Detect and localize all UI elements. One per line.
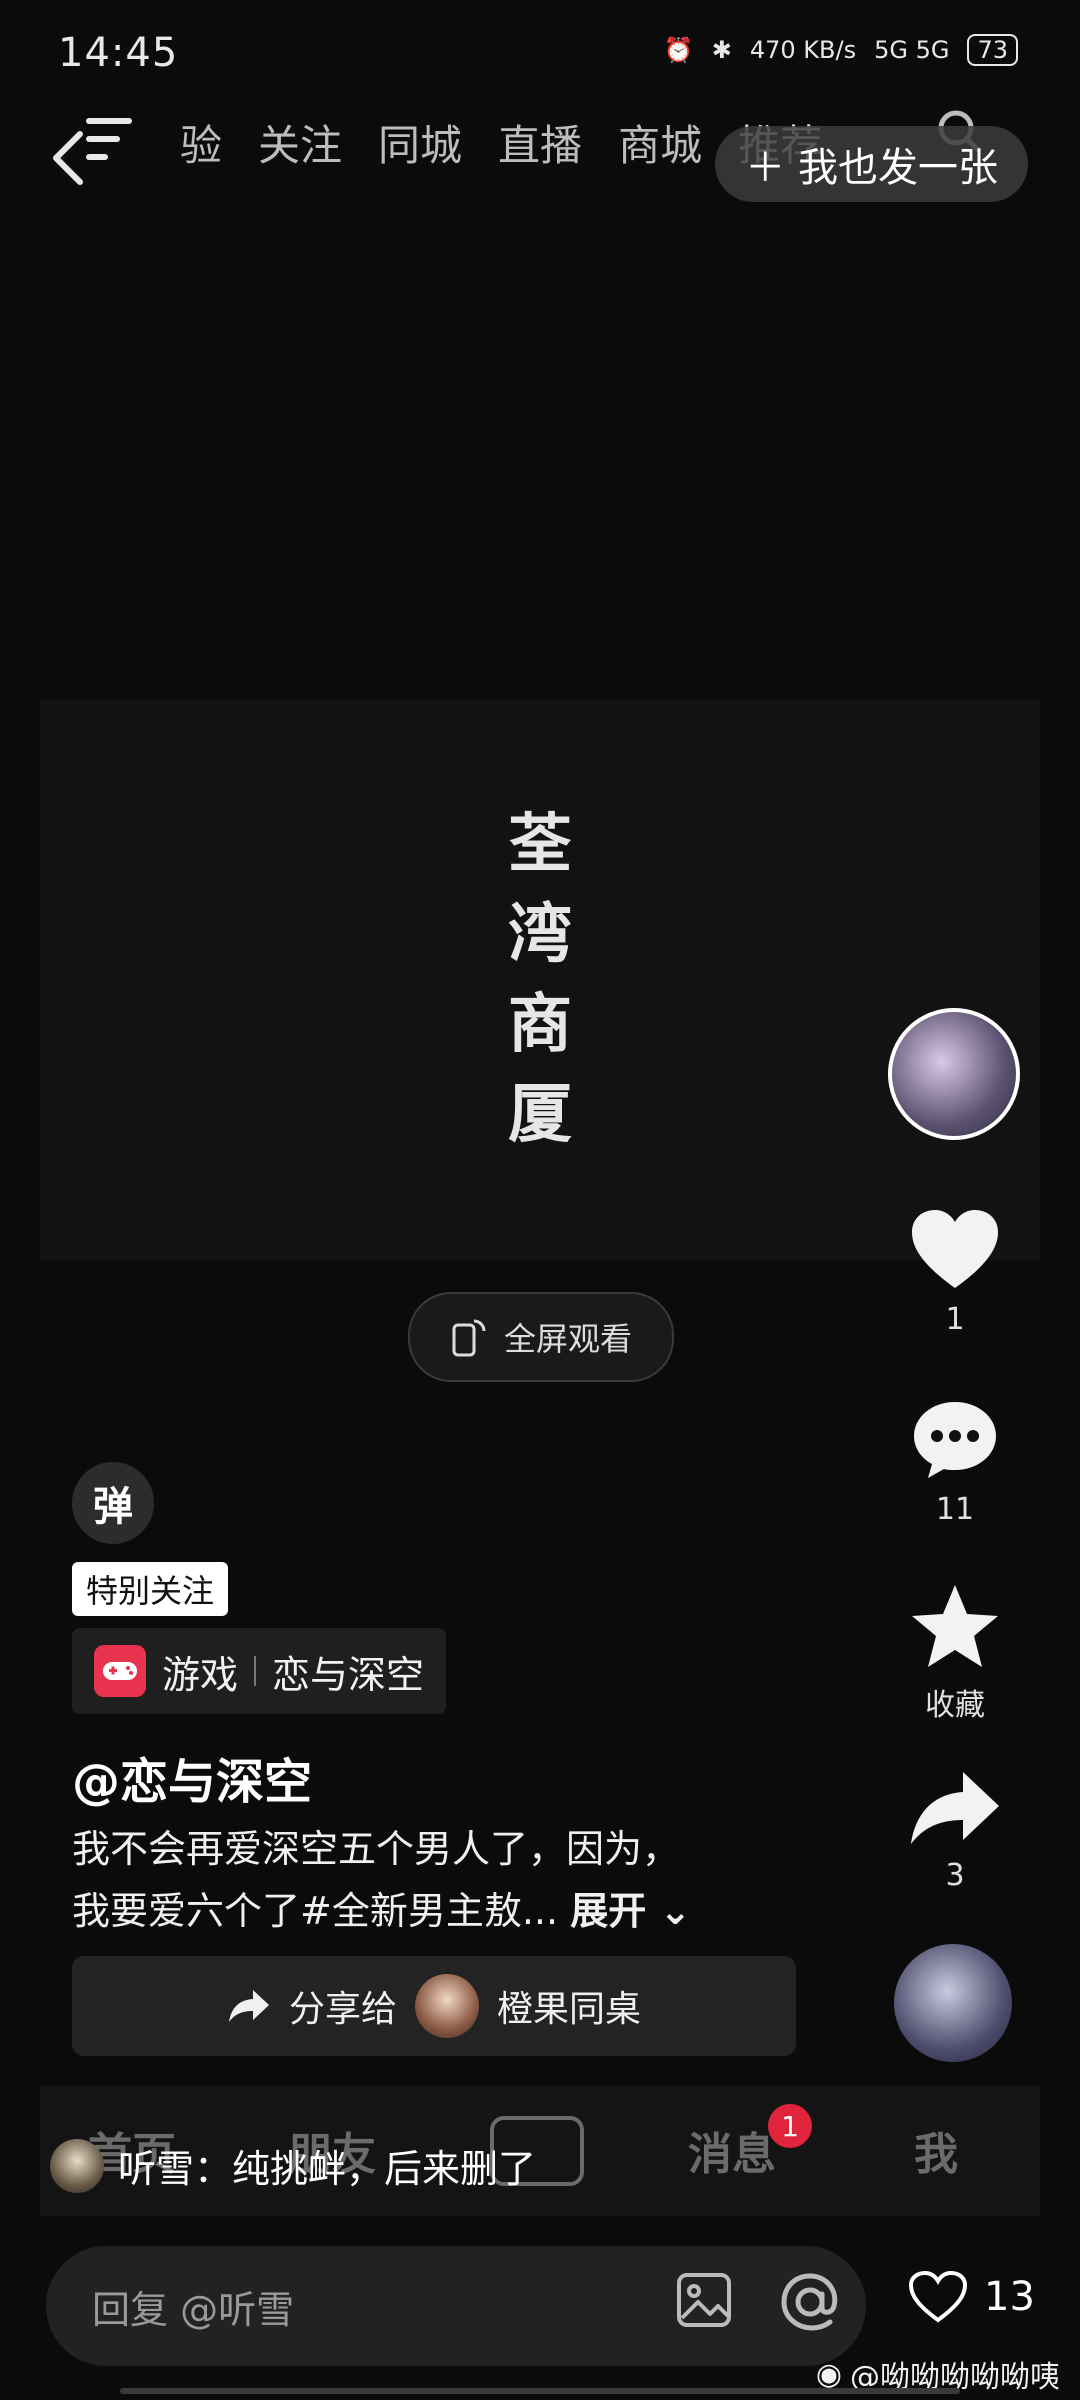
desc-line-1: 我不会再爱深空五个男人了，因为，: [72, 1827, 681, 1871]
rotate-phone-icon: [452, 1319, 486, 1357]
comment-like[interactable]: 13: [908, 2270, 1035, 2324]
heart-outline-icon: [908, 2270, 968, 2323]
messages-badge: 1: [768, 2104, 812, 2148]
game-name: 恋与深空: [272, 1652, 425, 1697]
reply-input[interactable]: 回复 @听雪: [46, 2246, 866, 2366]
video-description: 我不会再爱深空五个男人了，因为， 我要爱六个了#全新男主敖... 展开 ⌄: [72, 1818, 792, 1942]
favorite-action[interactable]: 收藏: [888, 1582, 1022, 1724]
net-speed: 470 KB/s: [749, 36, 857, 64]
fullscreen-label: 全屏观看: [503, 1320, 632, 1358]
alarm-icon: ⏰: [663, 36, 694, 64]
commenter-avatar: [50, 2138, 104, 2193]
author-name[interactable]: @恋与深空: [72, 1742, 312, 1812]
calligraphy-char: 荃: [508, 807, 572, 882]
signal-icon: 5G 5G: [874, 36, 950, 64]
tab-me[interactable]: 我: [914, 2118, 958, 2182]
menu-icon[interactable]: [86, 118, 140, 164]
image-icon[interactable]: [676, 2272, 732, 2328]
calligraphy-char: 商: [508, 987, 572, 1062]
game-category: 游戏: [162, 1652, 239, 1697]
tab-local[interactable]: 同城: [378, 112, 462, 173]
comment-action[interactable]: 11: [888, 1398, 1022, 1527]
status-icons: ⏰ ✱ 470 KB/s 5G 5G 73: [664, 34, 1018, 66]
comment-icon: [914, 1402, 996, 1478]
desc-line-2: 我要爱六个了#全新男主敖...: [72, 1889, 559, 1933]
chevron-down-icon: ⌄: [646, 1889, 692, 1933]
game-tag[interactable]: 游戏 恋与深空: [72, 1628, 447, 1714]
favorite-label: 收藏: [925, 1688, 985, 1723]
share-action[interactable]: 3: [888, 1768, 1022, 1893]
tab-following[interactable]: 关注: [258, 112, 342, 173]
expand-button[interactable]: 展开: [570, 1889, 646, 1933]
share-to-friend-bar[interactable]: 分享给 橙果同桌: [72, 1956, 796, 2056]
comment-count: 11: [935, 1492, 975, 1527]
share-to-label: 分享给: [288, 1989, 397, 2030]
danmu-toggle[interactable]: 弹: [72, 1462, 154, 1544]
status-time: 14:45: [58, 30, 179, 76]
star-icon: [912, 1585, 998, 1667]
share-arrow-icon: [911, 1772, 999, 1844]
fullscreen-button[interactable]: 全屏观看: [408, 1292, 674, 1382]
special-follow-badge: 特别关注: [72, 1562, 229, 1616]
like-action[interactable]: 1: [888, 1208, 1022, 1337]
author-avatar[interactable]: [888, 1008, 1020, 1140]
friend-avatar: [415, 1974, 479, 2038]
mention-icon[interactable]: [778, 2270, 842, 2334]
battery-icon: 73: [967, 34, 1018, 66]
tab-mall[interactable]: 商城: [618, 112, 702, 173]
share-arrow-icon: [228, 1990, 269, 2022]
calligraphy-char: 湾: [508, 897, 572, 972]
weibo-icon: ◉: [815, 2356, 842, 2392]
comment-like-count: 13: [984, 2274, 1035, 2320]
comment-item[interactable]: 听雪：纯挑衅，后来删了: [50, 2138, 536, 2193]
like-count: 1: [945, 1302, 965, 1337]
video-calligraphy: 荃 湾 商 厦: [500, 800, 580, 1160]
gamepad-icon: [94, 1645, 146, 1697]
tab-messages[interactable]: 消息: [688, 2118, 776, 2182]
tab-live[interactable]: 直播: [498, 112, 582, 173]
comment-text: 听雪：纯挑衅，后来删了: [118, 2147, 537, 2191]
post-too-button[interactable]: ＋ 我也发一张: [715, 126, 1028, 202]
share-count: 3: [945, 1858, 965, 1893]
bluetooth-icon: ✱: [711, 36, 732, 64]
divider: [254, 1656, 257, 1686]
back-icon[interactable]: [48, 128, 88, 188]
music-disc-avatar[interactable]: [894, 1944, 1012, 2062]
tab-experience[interactable]: 验: [180, 112, 222, 173]
home-indicator: [120, 2388, 960, 2394]
share-friend-name: 橙果同桌: [497, 1989, 642, 2030]
calligraphy-char: 厦: [508, 1077, 572, 1152]
heart-icon: [912, 1210, 998, 1288]
